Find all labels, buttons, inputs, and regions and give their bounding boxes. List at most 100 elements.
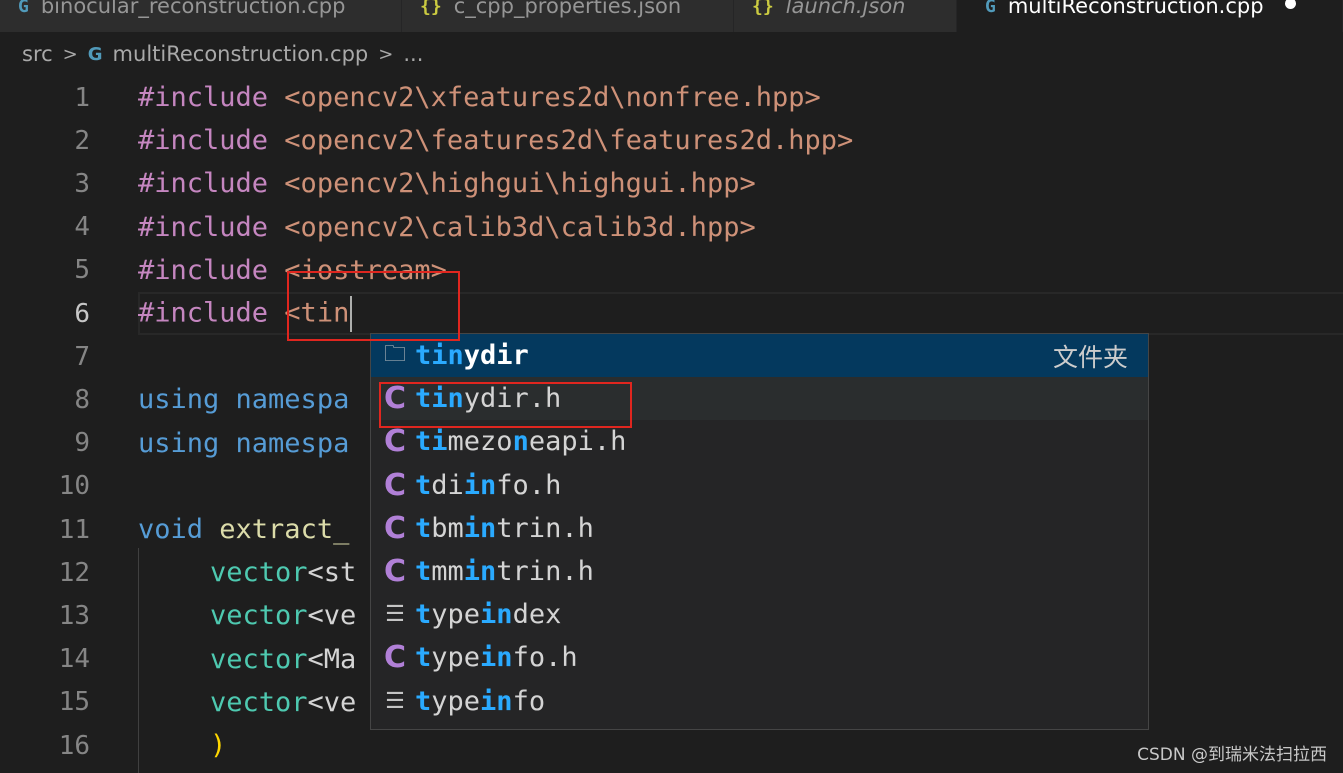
- code-line[interactable]: 1 #include <opencv2\xfeatures2d\nonfree.…: [0, 76, 1343, 119]
- suggestion-rest: ype: [431, 642, 481, 674]
- keyword: void: [138, 514, 204, 546]
- match-text: t: [415, 556, 432, 588]
- line-number: 15: [58, 687, 90, 718]
- match-text: in: [463, 556, 497, 588]
- suggestion-rest: trin.h: [496, 512, 594, 544]
- unsaved-dot-icon[interactable]: [1285, 0, 1296, 9]
- c-file-icon: C: [383, 467, 407, 503]
- namespace-keyword: namespa: [219, 427, 350, 459]
- match-text: t: [415, 642, 432, 674]
- match-text: t: [415, 599, 432, 631]
- code-line[interactable]: 4 #include <opencv2\calib3d\calib3d.hpp>: [0, 206, 1343, 249]
- suggestion-label: timezoneapi.h: [415, 426, 626, 457]
- line-number: 16: [58, 730, 90, 761]
- match-text: t: [415, 512, 432, 544]
- tab-label: multiReconstruction.cpp: [1007, 0, 1264, 18]
- tab-binocular-reconstruction[interactable]: G binocular_reconstruction.cpp: [0, 0, 402, 32]
- breadcrumb-folder[interactable]: src: [22, 42, 53, 66]
- code-text: #include <opencv2\highgui\highgui.hpp>: [138, 168, 756, 199]
- suggestion-item[interactable]: 🗀 tinydir 文件夹: [371, 334, 1148, 378]
- suggestion-item[interactable]: ☰ typeindex: [371, 593, 1148, 636]
- suggestion-label: typeinfo.h: [415, 642, 578, 673]
- preprocessor-keyword: #include: [138, 211, 269, 243]
- suggestion-label: tbmintrin.h: [415, 513, 594, 544]
- line-number: 2: [74, 125, 90, 156]
- breadcrumb-more[interactable]: ...: [403, 42, 423, 66]
- tab-label: binocular_reconstruction.cpp: [40, 0, 346, 18]
- suggestion-item[interactable]: C tmmintrin.h: [371, 550, 1148, 593]
- suggestion-rest: ype: [431, 685, 481, 717]
- match-text: t: [415, 469, 432, 501]
- line-number: 4: [74, 212, 90, 243]
- tab-multi-reconstruction[interactable]: G multiReconstruction.cpp: [957, 0, 1343, 32]
- suggestion-item[interactable]: C tbmintrin.h: [371, 507, 1148, 550]
- line-number: 9: [74, 428, 90, 459]
- annotation-box-selected-suggestion: [379, 382, 632, 428]
- line-number: 10: [58, 471, 90, 502]
- code-text: vector<ve: [210, 687, 356, 718]
- namespace-keyword: namespa: [219, 384, 350, 416]
- suggestion-item[interactable]: C typeinfo.h: [371, 636, 1148, 679]
- suggestion-rest: fo: [512, 685, 546, 717]
- suggestion-label: tinydir: [415, 340, 529, 371]
- code-line[interactable]: 5 #include <iostream>: [0, 249, 1343, 292]
- suggestion-rest: ype: [431, 599, 481, 631]
- suggestion-rest: fo.h: [512, 642, 578, 674]
- suggestion-label: tmmintrin.h: [415, 556, 594, 587]
- include-path: <opencv2\calib3d\calib3d.hpp>: [268, 211, 756, 243]
- breadcrumb: src > G multiReconstruction.cpp > ...: [0, 32, 1343, 76]
- code-text: void extract_: [138, 514, 349, 545]
- suggestion-label: typeindex: [415, 599, 561, 630]
- keyword: using: [138, 427, 220, 459]
- chevron-right-icon: >: [62, 43, 78, 65]
- code-text: vector<Ma: [210, 644, 356, 675]
- line-number: 14: [58, 644, 90, 675]
- type-name: vector: [210, 643, 308, 675]
- suggestion-detail: 文件夹: [1052, 342, 1128, 372]
- tab-bar: G binocular_reconstruction.cpp {} c_cpp_…: [0, 0, 1343, 32]
- line-number: 1: [74, 82, 90, 113]
- breadcrumb-file[interactable]: multiReconstruction.cpp: [113, 42, 369, 66]
- code-text: ): [210, 730, 226, 761]
- match-text: in: [463, 512, 497, 544]
- match-text: t: [415, 426, 432, 458]
- code-rest: <Ma: [307, 643, 357, 675]
- preprocessor-keyword: #include: [138, 254, 269, 286]
- code-line[interactable]: 2 #include <opencv2\features2d\features2…: [0, 119, 1343, 162]
- code-text: vector<st: [210, 557, 356, 588]
- code-text: #include <opencv2\xfeatures2d\nonfree.hp…: [138, 82, 821, 113]
- tab-launch-json[interactable]: {} launch.json: [734, 0, 957, 32]
- suggestion-rest: mezo: [447, 426, 513, 458]
- cpp-file-icon: G: [985, 0, 996, 17]
- tab-c-cpp-properties[interactable]: {} c_cpp_properties.json: [402, 0, 734, 32]
- chevron-right-icon: >: [378, 43, 394, 65]
- line-number: 12: [58, 557, 90, 588]
- json-file-icon: {}: [752, 0, 774, 17]
- match-text: n: [512, 426, 529, 458]
- code-line[interactable]: 3 #include <opencv2\highgui\highgui.hpp>: [0, 162, 1343, 205]
- line-number: 6: [74, 298, 90, 329]
- line-number: 13: [58, 600, 90, 631]
- preprocessor-keyword: #include: [138, 168, 269, 200]
- suggestion-rest: fo.h: [496, 469, 562, 501]
- match-text: in: [480, 642, 513, 674]
- type-name: vector: [210, 686, 308, 718]
- include-path: <opencv2\xfeatures2d\nonfree.hpp>: [268, 82, 821, 114]
- line-number: 5: [74, 255, 90, 286]
- code-text: #include <opencv2\calib3d\calib3d.hpp>: [138, 212, 756, 243]
- tab-label: launch.json: [785, 0, 906, 18]
- match-text: i: [431, 426, 448, 458]
- line-number: 3: [74, 168, 90, 199]
- include-path: <opencv2\features2d\features2d.hpp>: [268, 125, 854, 157]
- closing-paren: ): [210, 730, 227, 762]
- preprocessor-keyword: #include: [138, 297, 269, 329]
- suggestion-item[interactable]: C tdiinfo.h: [371, 464, 1148, 507]
- watermark: CSDN @到瑞米法扫拉西: [1137, 745, 1327, 765]
- cpp-file-icon: G: [87, 43, 103, 65]
- code-text: using namespa: [138, 384, 349, 415]
- code-rest: <st: [307, 557, 357, 589]
- code-rest: <ve: [307, 686, 357, 718]
- match-text: tin: [415, 340, 464, 372]
- suggestion-item[interactable]: ☰ typeinfo: [371, 680, 1148, 723]
- current-code-line[interactable]: 6 #include <tin: [0, 292, 1343, 336]
